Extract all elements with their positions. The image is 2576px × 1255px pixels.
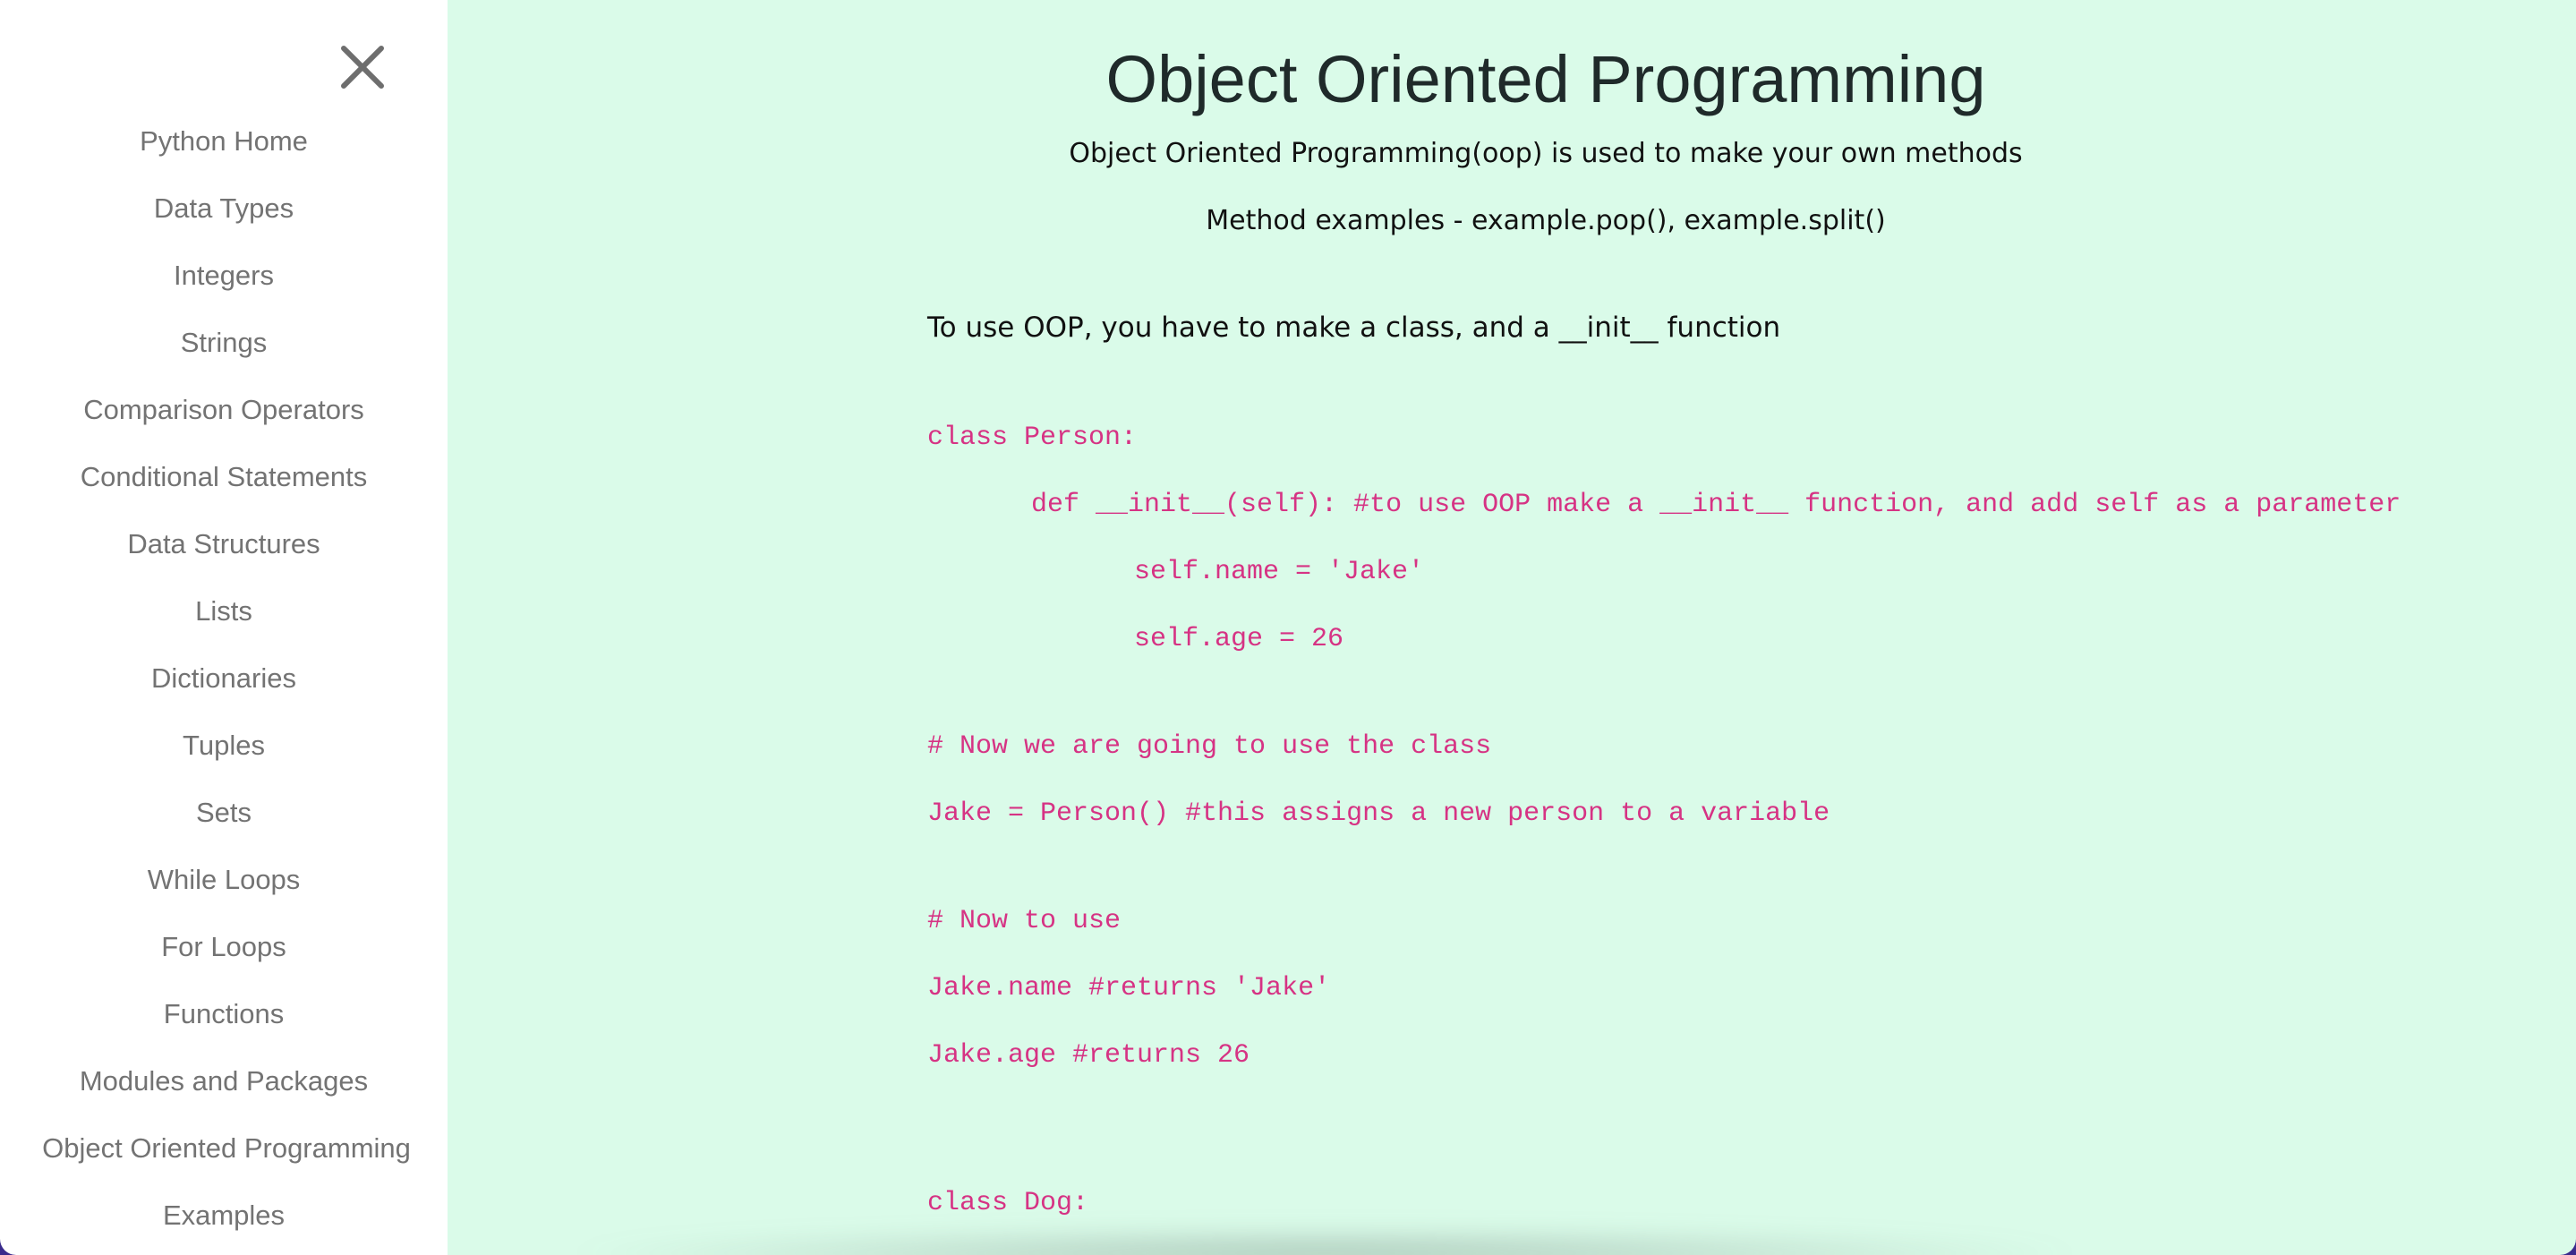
sidebar-item-object-oriented-programming[interactable]: Object Oriented Programming [0, 1125, 448, 1192]
code-line: self.name = 'Jake' [1134, 557, 1425, 587]
sidebar-nav: Python Home Data Types Integers Strings … [0, 118, 448, 1255]
sidebar-item-comparison-operators[interactable]: Comparison Operators [0, 387, 448, 454]
sidebar-item-for-loops[interactable]: For Loops [0, 924, 448, 991]
sidebar-item-dictionaries[interactable]: Dictionaries [0, 655, 448, 722]
sidebar-item-data-types[interactable]: Data Types [0, 185, 448, 252]
code-line: self.age = 26 [1134, 624, 1344, 654]
sidebar-item-integers[interactable]: Integers [0, 252, 448, 320]
code-line: def __init__(self): #to use OOP make a _… [1031, 490, 2401, 520]
sidebar-item-python-home[interactable]: Python Home [0, 118, 448, 185]
intro-text: To use OOP, you have to make a class, an… [927, 312, 1781, 344]
sidebar-item-modules-and-packages[interactable]: Modules and Packages [0, 1058, 448, 1125]
sidebar-item-functions[interactable]: Functions [0, 991, 448, 1058]
code-line: Jake.age #returns 26 [927, 1040, 1250, 1071]
code-line: class Dog: [927, 1188, 1089, 1218]
close-sidebar-button[interactable] [335, 41, 390, 93]
code-line: # Now we are going to use the class [927, 731, 1492, 762]
sidebar-item-while-loops[interactable]: While Loops [0, 857, 448, 924]
sidebar: Python Home Data Types Integers Strings … [0, 0, 448, 1255]
page: Python Home Data Types Integers Strings … [0, 0, 2576, 1255]
code-line: Jake = Person() #this assigns a new pers… [927, 798, 1830, 829]
code-line: class Person: [927, 423, 1138, 453]
card-shadow [555, 1226, 2094, 1255]
subtitle-text: Object Oriented Programming(oop) is used… [1069, 138, 2023, 169]
code-line: # Now to use [927, 906, 1122, 936]
code-line: Jake.name #returns 'Jake' [927, 973, 1331, 1003]
sidebar-item-conditional-statements[interactable]: Conditional Statements [0, 454, 448, 521]
sidebar-item-tuples[interactable]: Tuples [0, 722, 448, 790]
page-title: Object Oriented Programming [1105, 42, 1986, 116]
sidebar-item-examples[interactable]: Examples [0, 1192, 448, 1255]
close-icon [341, 46, 384, 89]
sidebar-item-lists[interactable]: Lists [0, 588, 448, 655]
method-examples-text: Method examples - example.pop(), example… [1206, 205, 1886, 236]
sidebar-item-sets[interactable]: Sets [0, 790, 448, 857]
sidebar-item-strings[interactable]: Strings [0, 320, 448, 387]
sidebar-item-data-structures[interactable]: Data Structures [0, 521, 448, 588]
main-content: Object Oriented Programming Object Orien… [448, 0, 2576, 1255]
